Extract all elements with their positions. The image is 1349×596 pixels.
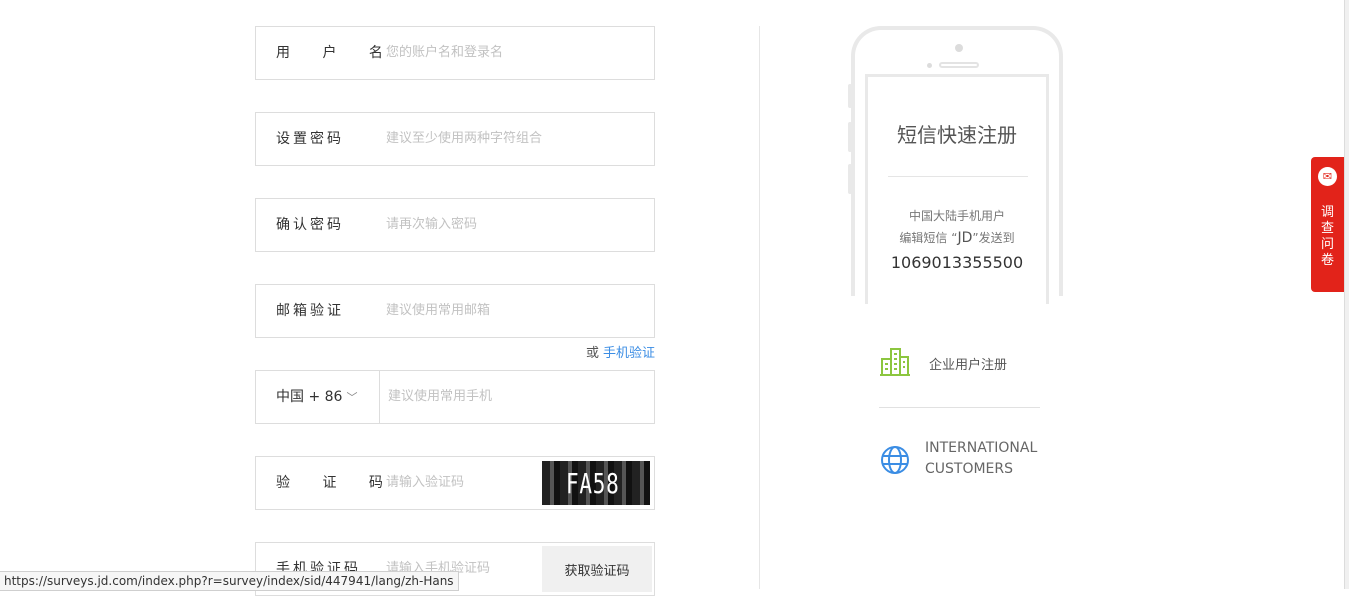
sms-instruction-1: 中国大陆手机用户 <box>908 209 1005 223</box>
confirm-password-placeholder[interactable]: 请再次输入密码 <box>386 199 477 251</box>
phone-placeholder[interactable]: 建议使用常用手机 <box>388 371 492 423</box>
captcha-field[interactable]: 验 证 码 请输入验证码 FA58 <box>255 456 655 510</box>
password-field[interactable]: 设置密码 建议至少使用两种字符组合 <box>255 112 655 166</box>
scrollbar[interactable] <box>1344 0 1349 589</box>
username-label: 用 户 名 <box>276 45 397 61</box>
captcha-image-text: FA58 <box>566 467 620 500</box>
enterprise-register-label: 企业用户注册 <box>929 358 1008 373</box>
phone-field[interactable]: 中国 + 86 ﹀ 建议使用常用手机 <box>255 370 655 424</box>
chevron-down-icon: ﹀ <box>346 391 358 404</box>
email-label: 邮箱验证 <box>276 303 344 319</box>
get-code-button[interactable]: 获取验证码 <box>542 546 652 592</box>
captcha-label: 验 证 码 <box>276 475 397 491</box>
email-field[interactable]: 邮箱验证 建议使用常用邮箱 <box>255 284 655 338</box>
international-label: INTERNATIONAL CUSTOMERS <box>925 440 1038 477</box>
column-divider <box>759 26 760 589</box>
alt-verify: 或手机验证 <box>560 342 655 361</box>
international-customers-link[interactable]: INTERNATIONAL CUSTOMERS <box>879 438 1049 488</box>
sms-instruction-2: 编辑短信 “JD”发送到 <box>899 230 1015 246</box>
alt-prefix: 或 <box>585 346 599 361</box>
username-field[interactable]: 用 户 名 您的账户名和登录名 <box>255 26 655 80</box>
country-code-select[interactable]: 中国 + 86 ﹀ <box>256 371 380 423</box>
phone-camera <box>955 44 963 52</box>
confirm-password-label: 确认密码 <box>276 217 344 233</box>
phone-speaker <box>939 62 979 68</box>
phone-illustration: 短信快速注册 中国大陆手机用户 编辑短信 “JD”发送到 10690133555… <box>851 26 1063 304</box>
phone-screen: 短信快速注册 中国大陆手机用户 编辑短信 “JD”发送到 10690133555… <box>865 74 1049 304</box>
enterprise-register-link[interactable]: 企业用户注册 <box>879 344 1040 408</box>
sms-register-title: 短信快速注册 <box>897 123 1017 147</box>
password-label: 设置密码 <box>276 131 344 147</box>
phone-verify-link[interactable]: 手机验证 <box>603 346 655 361</box>
status-bar-url: https://surveys.jd.com/index.php?r=surve… <box>0 571 459 591</box>
building-icon <box>880 348 910 376</box>
captcha-image[interactable]: FA58 <box>542 461 650 505</box>
survey-icon: ✉ <box>1318 167 1337 186</box>
email-placeholder[interactable]: 建议使用常用邮箱 <box>386 285 490 337</box>
country-code-value: 中国 + 86 <box>276 389 343 405</box>
password-placeholder[interactable]: 建议至少使用两种字符组合 <box>386 113 542 165</box>
sms-divider <box>888 176 1028 177</box>
phone-sensor <box>927 63 932 68</box>
sms-keyword: JD <box>957 230 973 246</box>
sms-number: 1069013355500 <box>890 253 1024 272</box>
globe-icon <box>881 446 909 474</box>
survey-tab-label: 调查问卷 <box>1320 205 1334 268</box>
captcha-placeholder[interactable]: 请输入验证码 <box>386 457 464 509</box>
confirm-password-field[interactable]: 确认密码 请再次输入密码 <box>255 198 655 252</box>
username-placeholder[interactable]: 您的账户名和登录名 <box>386 27 503 79</box>
survey-tab[interactable]: ✉ 调查问卷 <box>1311 157 1344 292</box>
